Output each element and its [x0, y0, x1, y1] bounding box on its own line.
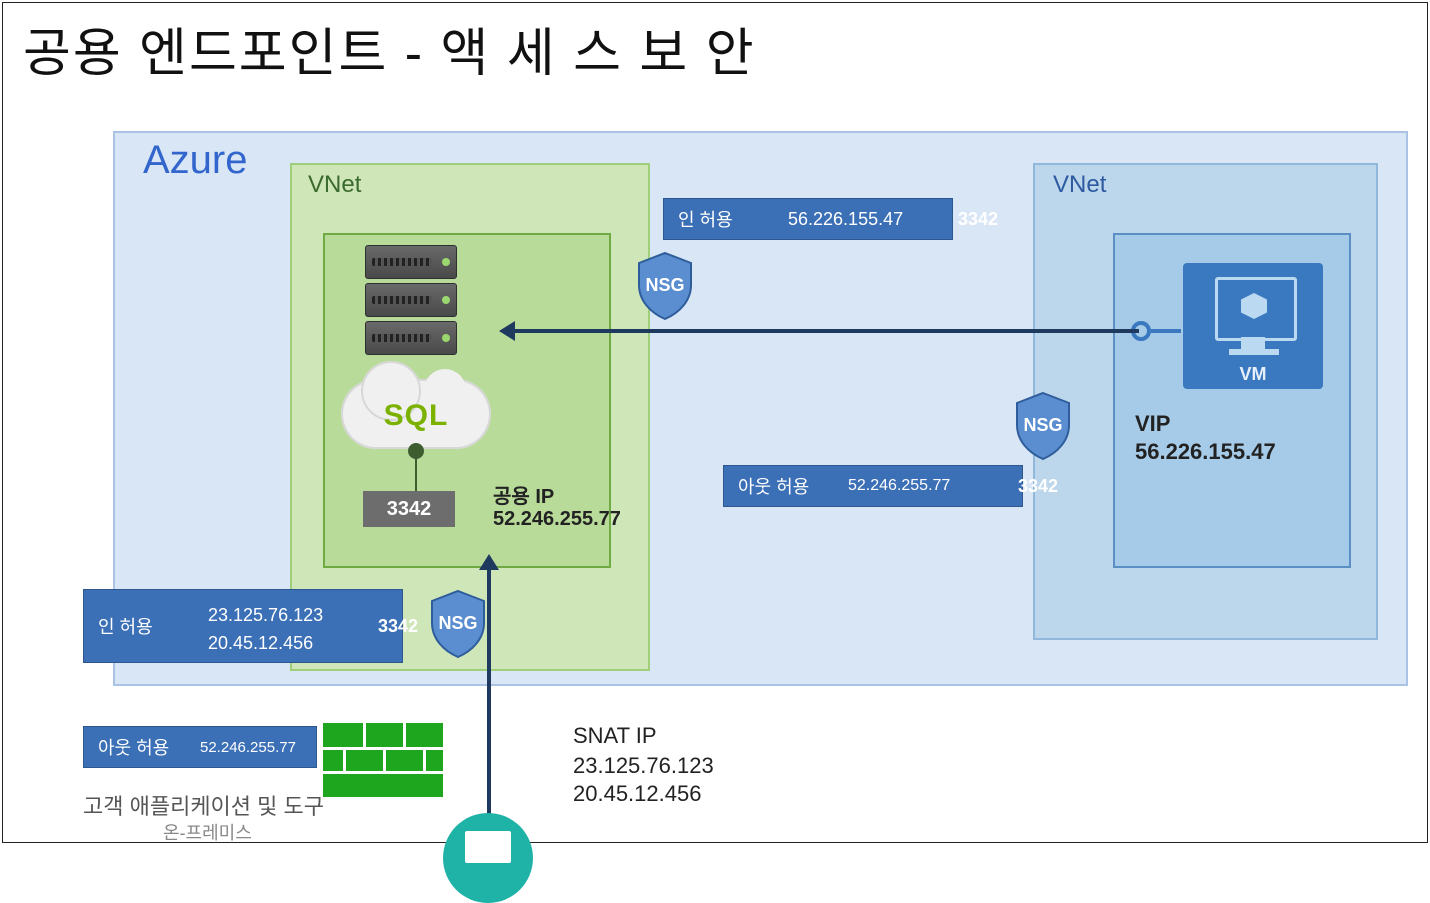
rule-port: 3342	[1008, 476, 1083, 497]
page-title: 공용 엔드포인트 - 액 세 스 보 안	[23, 11, 756, 86]
rule-ip: 56.226.155.47	[778, 209, 948, 230]
svg-text:NSG: NSG	[1023, 415, 1062, 435]
arrow-onprem-to-sql	[487, 558, 491, 818]
diagram-frame: 공용 엔드포인트 - 액 세 스 보 안 Azure VNet SQL 3342…	[2, 2, 1428, 843]
rule-action: 아웃 허용	[724, 473, 838, 499]
rule-action: 인 허용	[664, 206, 778, 232]
vnet-right-label: VNet	[1053, 171, 1106, 199]
rule-onprem-out: 아웃 허용 52.246.255.77 3342	[83, 726, 317, 768]
vip-value: 56.226.155.47	[1135, 439, 1276, 465]
port-badge: 3342	[363, 491, 455, 527]
azure-label: Azure	[143, 138, 248, 183]
rule-port: 3342	[948, 209, 1023, 230]
snat-ip2: 20.45.12.456	[573, 781, 701, 807]
onprem-subtitle: 온-프레미스	[163, 819, 252, 845]
rule-ip: 52.246.255.77	[838, 477, 1008, 495]
client-device-icon	[443, 813, 533, 903]
rule-ips: 23.125.76.123 20.45.12.456	[198, 595, 368, 657]
rule-action: 인 허용	[84, 613, 198, 639]
arrow-vm-to-sql	[503, 329, 1139, 333]
vm-label: VM	[1183, 364, 1323, 385]
rule-left-in: 인 허용 23.125.76.123 20.45.12.456 3342	[83, 589, 403, 663]
rule-ip2: 20.45.12.456	[208, 629, 358, 657]
svg-text:NSG: NSG	[438, 613, 477, 633]
rule-ip1: 23.125.76.123	[208, 601, 358, 629]
sql-cloud-icon: SQL	[341, 371, 491, 451]
nsg-shield-right: NSG	[1013, 391, 1073, 461]
snat-ip1: 23.125.76.123	[573, 753, 714, 779]
snat-label: SNAT IP	[573, 723, 657, 749]
svg-text:NSG: NSG	[645, 275, 684, 295]
onprem-title: 고객 애플리케이션 및 도구	[83, 789, 324, 821]
vm-endpoint-stem	[1151, 329, 1181, 333]
vnet-left-label: VNet	[308, 171, 361, 199]
sql-text: SQL	[341, 399, 491, 433]
firewall-icon	[323, 723, 443, 797]
public-ip-label: 공용 IP	[493, 480, 554, 509]
public-ip-value: 52.246.255.77	[493, 508, 621, 531]
rule-ip: 52.246.255.77	[190, 739, 310, 756]
nsg-shield-bottom: NSG	[428, 589, 488, 659]
rule-top-in: 인 허용 56.226.155.47 3342	[663, 198, 953, 240]
rule-action: 아웃 허용	[84, 734, 190, 760]
vm-icon: VM	[1183, 263, 1323, 389]
vip-label: VIP	[1135, 411, 1170, 437]
nsg-shield-top: NSG	[635, 251, 695, 321]
rule-right-out: 아웃 허용 52.246.255.77 3342	[723, 465, 1023, 507]
